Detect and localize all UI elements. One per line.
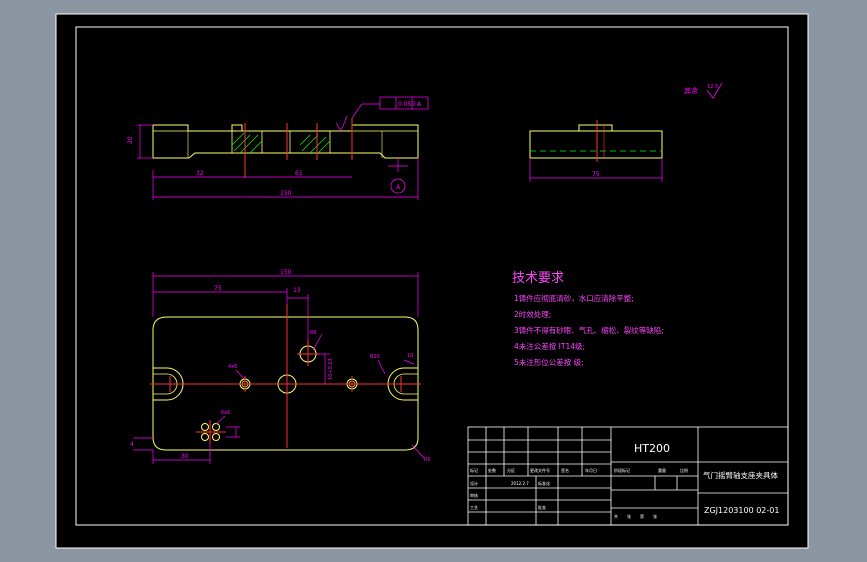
front-dim-total: 150 [280,190,292,197]
roughness-label: 其余 [684,86,698,95]
plan-dim-10: 10 [407,353,413,359]
tech-item-1: 1铸件应彻底清砂，水口应清除平整; [514,293,634,303]
plan-dim-30: 30 [181,453,189,460]
tb-sheet-2: 张 [627,513,631,519]
tb-sheet-1: 共 [614,513,618,519]
plan-dim-r5: R5 [424,457,431,463]
plan-dim-vert: 10+0.03 [328,358,334,380]
plan-dim-13: 13 [293,287,301,294]
tb-date: 2012.2.7 [511,481,529,486]
tb-role-2: 标准化 [538,480,550,486]
tb-scale-label: 比例 [680,467,688,473]
tech-item-5: 5未注形位公差按 级; [514,357,584,367]
side-dim-width: 75 [592,171,600,178]
tb-row-label-5: 签名 [561,467,569,473]
tb-row-label-4: 更改文件号 [530,467,550,473]
tb-sheet-3: 第 [640,513,644,519]
front-dim-mid: 61 [295,170,303,177]
cad-viewport[interactable]: 20 32 61 150 A 0.050 A 75 其余 12.5 150 75… [0,0,867,562]
front-dim-left: 32 [196,170,204,177]
plan-dim-r10: R10 [370,354,380,360]
tb-material: HT200 [634,442,670,455]
front-tolerance-value: 0.050 [398,101,415,108]
plan-dim-left-mark: 4 [130,441,134,448]
cad-drawing: 20 32 61 150 A 0.050 A 75 其余 12.5 150 75… [55,13,809,549]
plan-dim-small-a: R6 [310,330,317,336]
tb-part-name: 气门摇臂轴支座夹具体 [703,470,778,480]
plan-dim-75: 75 [214,285,222,292]
tech-item-4: 4未注公差按 IT14级; [514,341,585,351]
plan-dim-small-b: 4x6 [228,364,237,370]
tb-role-5: 批准 [538,504,546,510]
plan-dim-total: 150 [280,269,292,276]
tb-role-1: 设计 [470,480,478,486]
tech-item-2: 2时效处理; [514,309,551,319]
plan-dim-hole-pitch: 6x6 [221,410,230,416]
tb-row-label-2: 处数 [488,467,496,473]
tb-sheet-4: 张 [653,513,657,519]
tech-item-3: 3铸件不得有砂眼、气孔、缩松、裂纹等缺陷; [514,325,664,335]
tb-drawing-no: ZGJ1203100 02-01 [704,506,779,515]
tb-stage-label: 阶段标记 [614,467,630,473]
tb-role-3: 审核 [470,492,478,498]
tb-weight-label: 重量 [658,467,666,473]
tb-role-4: 工艺 [470,505,478,510]
tb-row-label-1: 标记 [470,467,478,473]
tech-title: 技术要求 [512,271,564,286]
front-dim-height: 20 [127,136,134,144]
roughness-value: 12.5 [707,84,718,90]
tb-row-label-6: 年月日 [585,467,597,473]
tb-row-label-3: 分区 [507,467,515,473]
